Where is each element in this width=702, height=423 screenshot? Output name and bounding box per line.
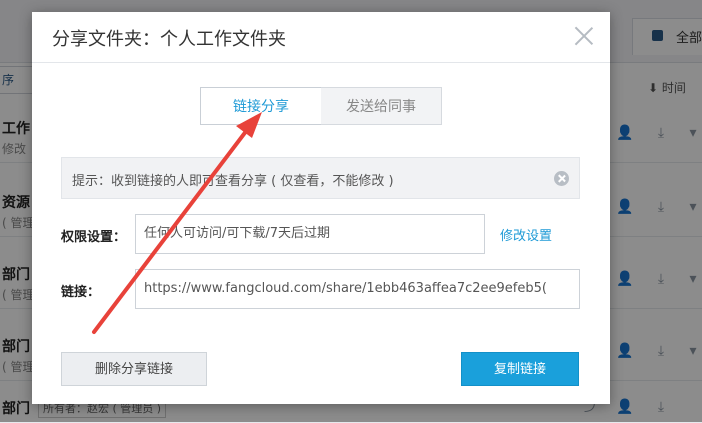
- share-tabs: 链接分享 发送给同事: [200, 87, 442, 125]
- permission-field[interactable]: 任何人可访问/可下载/7天后过期: [135, 214, 485, 254]
- tab-send-to-colleague[interactable]: 发送给同事: [321, 87, 442, 125]
- delete-share-link-button[interactable]: 删除分享链接: [61, 352, 207, 386]
- close-icon[interactable]: [572, 24, 596, 48]
- permission-label: 权限设置：: [61, 230, 127, 245]
- close-circle-icon[interactable]: [554, 171, 569, 186]
- hint-text: 提示：收到链接的人即可查看分享 ( 仅查看，不能修改 ): [72, 174, 394, 189]
- modify-settings-link[interactable]: 修改设置: [500, 225, 552, 244]
- hint-banner: 提示：收到链接的人即可查看分享 ( 仅查看，不能修改 ): [61, 157, 580, 199]
- copy-link-button[interactable]: 复制链接: [461, 352, 579, 386]
- share-link-field[interactable]: https://www.fangcloud.com/share/1ebb463a…: [135, 269, 580, 309]
- tab-link-share[interactable]: 链接分享: [200, 87, 322, 125]
- dialog-header: 分享文件夹：个人工作文件夹: [32, 12, 610, 63]
- share-folder-dialog: 分享文件夹：个人工作文件夹 链接分享 发送给同事 提示：收到链接的人即可查看分享…: [32, 12, 610, 404]
- link-label: 链接：: [61, 285, 101, 300]
- dialog-title: 分享文件夹：个人工作文件夹: [52, 29, 286, 50]
